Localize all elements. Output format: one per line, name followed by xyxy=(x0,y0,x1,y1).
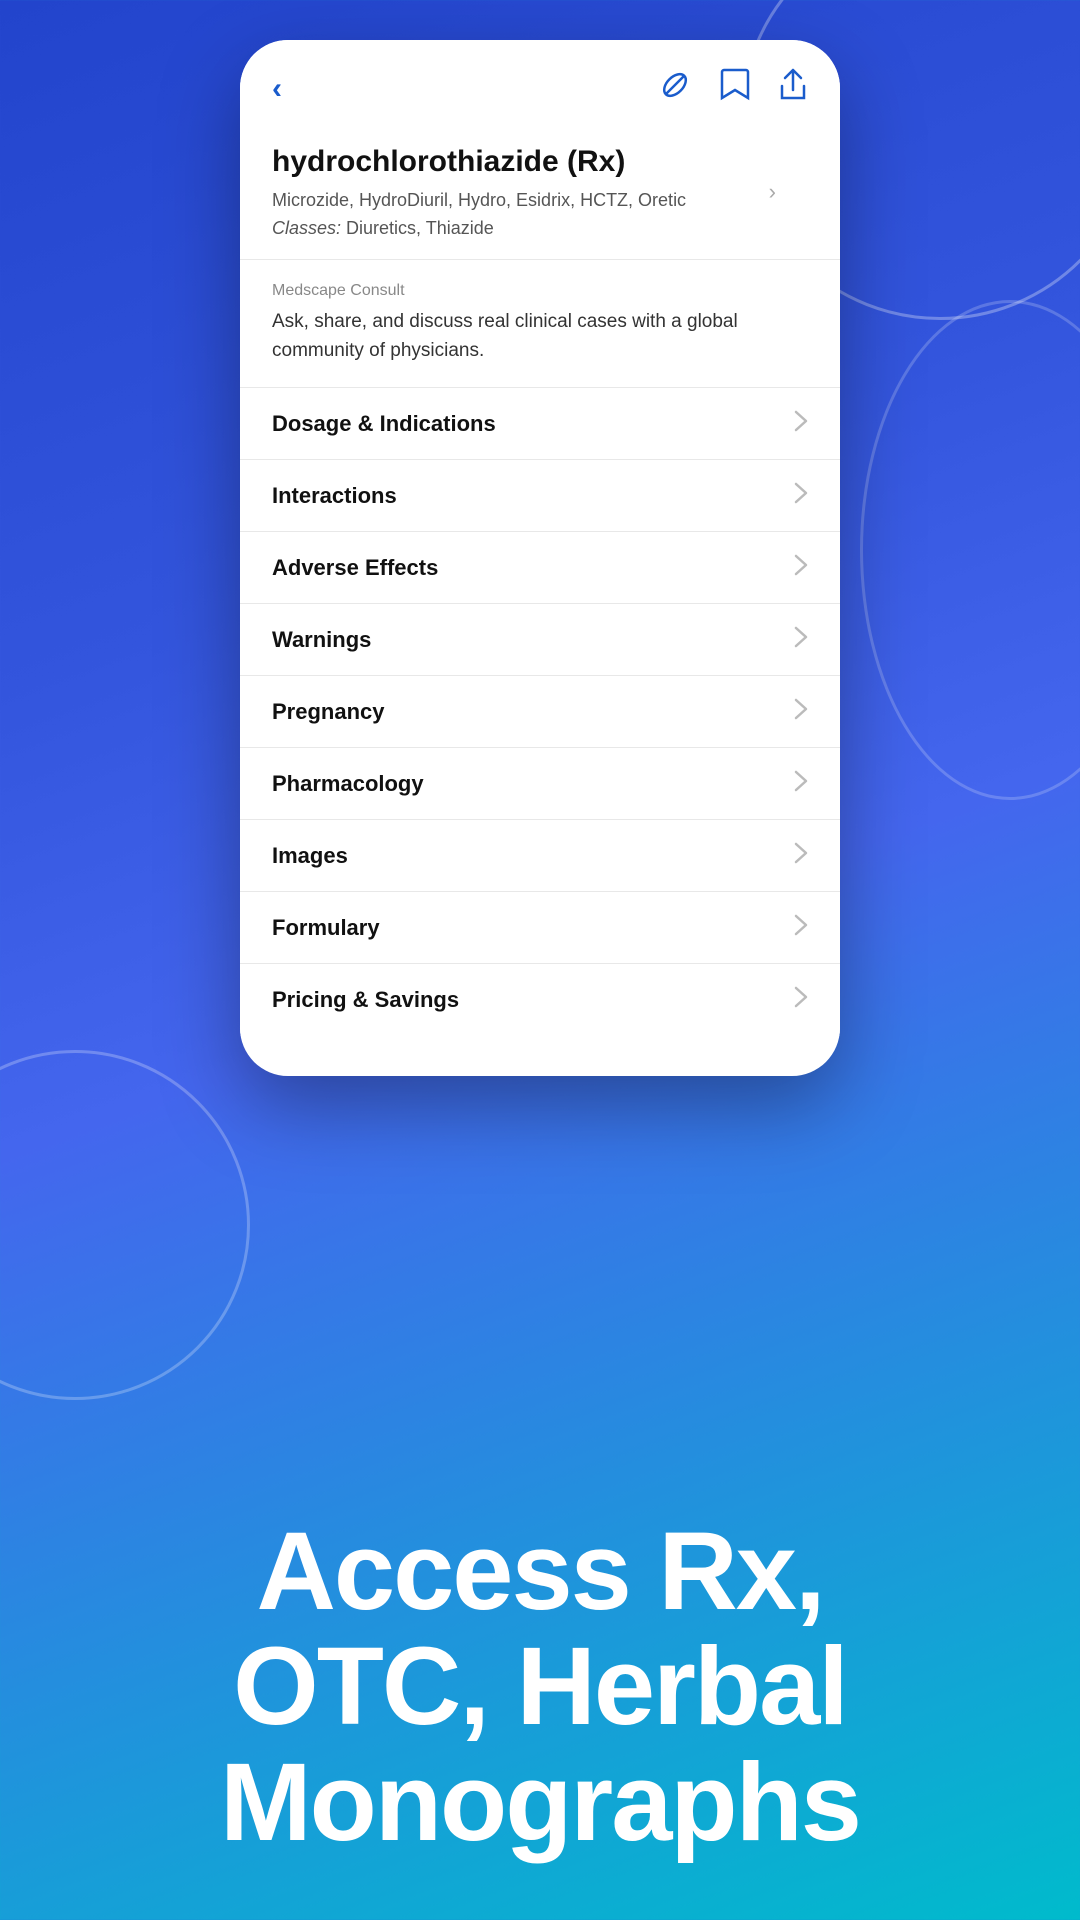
menu-item-chevron xyxy=(794,770,808,798)
menu-item-label: Pregnancy xyxy=(272,699,385,725)
phone-topbar: ‹ xyxy=(240,40,840,129)
drug-title: hydrochlorothiazide (Rx) xyxy=(272,145,808,179)
drug-header-inner: hydrochlorothiazide (Rx) Microzide, Hydr… xyxy=(272,145,808,239)
menu-item[interactable]: Pricing & Savings xyxy=(240,964,840,1036)
phone-mockup: ‹ hydrochloro xyxy=(240,40,840,1076)
menu-item[interactable]: Interactions xyxy=(240,460,840,532)
menu-item-label: Images xyxy=(272,843,348,869)
menu-item[interactable]: Warnings xyxy=(240,604,840,676)
menu-item-chevron xyxy=(794,842,808,870)
bg-curve-right xyxy=(860,300,1080,800)
bottom-headline: Access Rx, OTC, Herbal Monographs xyxy=(60,1514,1020,1861)
bottom-text-section: Access Rx, OTC, Herbal Monographs xyxy=(0,1514,1080,1861)
menu-item[interactable]: Adverse Effects xyxy=(240,532,840,604)
menu-item[interactable]: Pharmacology xyxy=(240,748,840,820)
pill-icon[interactable] xyxy=(658,68,692,109)
menu-item-chevron xyxy=(794,482,808,510)
menu-item-label: Pricing & Savings xyxy=(272,987,459,1013)
bookmark-icon[interactable] xyxy=(720,68,750,109)
menu-item-label: Pharmacology xyxy=(272,771,424,797)
menu-list: Dosage & Indications Interactions Advers… xyxy=(240,388,840,1036)
share-icon[interactable] xyxy=(778,68,808,109)
topbar-left: ‹ xyxy=(272,72,282,106)
menu-item[interactable]: Dosage & Indications xyxy=(240,388,840,460)
drug-header[interactable]: hydrochlorothiazide (Rx) Microzide, Hydr… xyxy=(240,129,840,260)
menu-item-chevron xyxy=(794,626,808,654)
menu-item-label: Interactions xyxy=(272,483,397,509)
bg-curve-bottom-left xyxy=(0,1050,250,1400)
drug-header-chevron: › xyxy=(769,179,776,205)
bottom-line1: Access Rx, xyxy=(256,1510,823,1633)
bottom-line3: Monographs xyxy=(220,1741,860,1864)
menu-item[interactable]: Images xyxy=(240,820,840,892)
classes-label: Classes: xyxy=(272,218,341,238)
menu-item-chevron xyxy=(794,554,808,582)
menu-item-chevron xyxy=(794,410,808,438)
menu-item[interactable]: Pregnancy xyxy=(240,676,840,748)
menu-item-chevron xyxy=(794,914,808,942)
menu-item-label: Warnings xyxy=(272,627,371,653)
consult-title: Medscape Consult xyxy=(272,282,808,300)
consult-section: Medscape Consult Ask, share, and discuss… xyxy=(240,260,840,388)
menu-item-label: Adverse Effects xyxy=(272,555,438,581)
menu-item-chevron xyxy=(794,986,808,1014)
bottom-line2: OTC, Herbal xyxy=(233,1625,847,1748)
menu-item-label: Formulary xyxy=(272,915,380,941)
consult-text: Ask, share, and discuss real clinical ca… xyxy=(272,308,808,365)
menu-item[interactable]: Formulary xyxy=(240,892,840,964)
topbar-right xyxy=(658,68,808,109)
menu-item-chevron xyxy=(794,698,808,726)
classes-value: Diuretics, Thiazide xyxy=(346,218,494,238)
drug-aliases: Microzide, HydroDiuril, Hydro, Esidrix, … xyxy=(272,187,808,214)
drug-classes: Classes: Diuretics, Thiazide xyxy=(272,218,808,239)
back-button[interactable]: ‹ xyxy=(272,72,282,106)
menu-item-label: Dosage & Indications xyxy=(272,411,496,437)
